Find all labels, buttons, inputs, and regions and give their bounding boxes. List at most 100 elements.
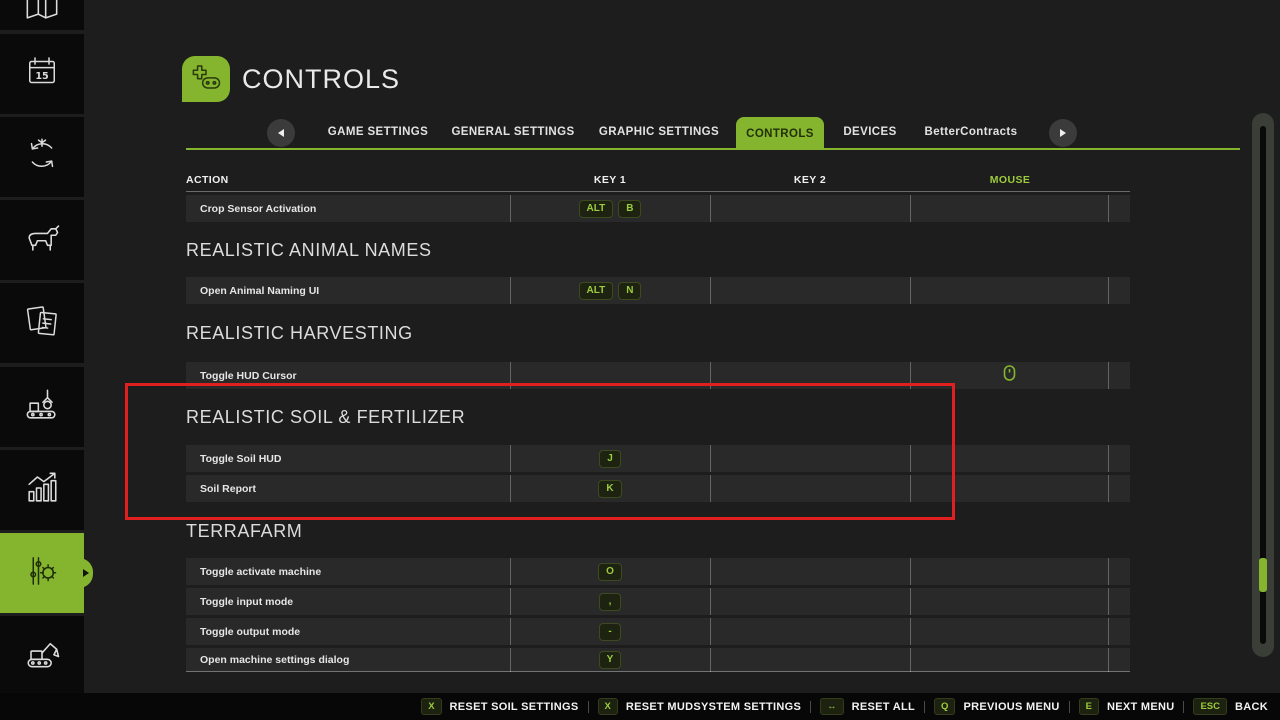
key1-cell[interactable]: K bbox=[510, 480, 710, 498]
key-x-badge: X bbox=[421, 698, 441, 716]
reset-soil-settings-label: RESET SOIL SETTINGS bbox=[450, 701, 579, 713]
table-bottom-divider bbox=[186, 671, 1130, 672]
sidebar-item-contracts[interactable] bbox=[0, 283, 84, 363]
key1-cell[interactable]: O bbox=[510, 563, 710, 581]
back-label: BACK bbox=[1235, 701, 1268, 713]
scrollbar[interactable] bbox=[1252, 113, 1274, 657]
tab-bettercontracts[interactable]: BetterContracts bbox=[925, 126, 1018, 138]
action-label: Toggle activate machine bbox=[186, 566, 510, 578]
action-label: Soil Report bbox=[186, 483, 510, 495]
key1-cell[interactable]: Y bbox=[510, 651, 710, 669]
key-badge: Y bbox=[599, 651, 622, 669]
key1-cell[interactable]: - bbox=[510, 623, 710, 641]
section-heading-realistic-soil-fertilizer: REALISTIC SOIL & FERTILIZER bbox=[186, 407, 465, 428]
key-badge: J bbox=[599, 450, 621, 468]
reset-all-button[interactable]: ↔ RESET ALL bbox=[820, 698, 915, 716]
tab-game-settings[interactable]: GAME SETTINGS bbox=[328, 126, 428, 138]
action-label: Toggle output mode bbox=[186, 626, 510, 638]
column-header-key2: KEY 2 bbox=[794, 174, 826, 186]
binding-row-toggle-input-mode[interactable]: Toggle input mode , bbox=[186, 588, 1130, 615]
action-label: Toggle Soil HUD bbox=[186, 453, 510, 465]
section-heading-realistic-harvesting: REALISTIC HARVESTING bbox=[186, 323, 413, 344]
separator bbox=[810, 701, 811, 713]
separator bbox=[1183, 701, 1184, 713]
key1-cell[interactable]: , bbox=[510, 593, 710, 611]
action-label: Toggle HUD Cursor bbox=[186, 370, 510, 382]
tab-graphic-settings[interactable]: GRAPHIC SETTINGS bbox=[599, 126, 719, 138]
gamepad-icon bbox=[189, 61, 223, 98]
next-menu-button[interactable]: E NEXT MENU bbox=[1079, 698, 1175, 716]
tabs-next-button[interactable] bbox=[1049, 119, 1077, 147]
binding-row-toggle-activate-machine[interactable]: Toggle activate machine O bbox=[186, 558, 1130, 585]
key-e-badge: E bbox=[1079, 698, 1099, 716]
settings-icon bbox=[21, 550, 63, 597]
sidebar-item-production[interactable] bbox=[0, 367, 84, 447]
separator bbox=[924, 701, 925, 713]
previous-menu-button[interactable]: Q PREVIOUS MENU bbox=[934, 698, 1060, 716]
controls-settings-screen: 15 bbox=[0, 0, 1280, 720]
reset-mudsystem-settings-label: RESET MUDSYSTEM SETTINGS bbox=[626, 701, 801, 713]
tab-controls[interactable]: CONTROLS bbox=[736, 117, 824, 150]
action-label: Crop Sensor Activation bbox=[186, 203, 510, 215]
svg-text:15: 15 bbox=[35, 71, 49, 82]
key-badge: - bbox=[599, 623, 621, 641]
key1-cell[interactable]: ALT N bbox=[510, 282, 710, 300]
header-divider bbox=[186, 191, 1130, 192]
section-heading-terrafarm: TERRAFARM bbox=[186, 521, 302, 542]
separator bbox=[1069, 701, 1070, 713]
key-badge: B bbox=[618, 200, 641, 218]
binding-row-toggle-soil-hud[interactable]: Toggle Soil HUD J bbox=[186, 445, 1130, 472]
tab-underline bbox=[186, 148, 1240, 150]
map-icon bbox=[20, 0, 64, 30]
action-label: Open Animal Naming UI bbox=[186, 285, 510, 297]
binding-row-soil-report[interactable]: Soil Report K bbox=[186, 475, 1130, 502]
chevron-right-icon bbox=[1060, 129, 1066, 137]
key1-cell[interactable]: ALT B bbox=[510, 200, 710, 218]
key-badge: ALT bbox=[579, 282, 614, 300]
column-header-mouse: MOUSE bbox=[990, 174, 1031, 186]
sidebar-item-map[interactable] bbox=[0, 0, 84, 30]
sidebar-item-animals[interactable] bbox=[0, 200, 84, 280]
scrollbar-thumb[interactable] bbox=[1259, 558, 1267, 592]
reset-all-label: RESET ALL bbox=[852, 701, 915, 713]
binding-row-open-machine-settings-dialog[interactable]: Open machine settings dialog Y bbox=[186, 648, 1130, 672]
binding-row-toggle-output-mode[interactable]: Toggle output mode - bbox=[186, 618, 1130, 645]
key-esc-badge: ESC bbox=[1193, 698, 1227, 716]
reset-mudsystem-settings-button[interactable]: X RESET MUDSYSTEM SETTINGS bbox=[598, 698, 802, 716]
binding-row-open-animal-naming-ui[interactable]: Open Animal Naming UI ALT N bbox=[186, 277, 1130, 304]
binding-row-toggle-hud-cursor[interactable]: Toggle HUD Cursor bbox=[186, 362, 1130, 389]
key-badge: ALT bbox=[579, 200, 614, 218]
sidebar-item-settings[interactable] bbox=[0, 533, 84, 613]
section-heading-realistic-animal-names: REALISTIC ANIMAL NAMES bbox=[186, 240, 432, 261]
tab-devices[interactable]: DEVICES bbox=[843, 126, 896, 138]
column-header-key1: KEY 1 bbox=[594, 174, 626, 186]
previous-menu-label: PREVIOUS MENU bbox=[963, 701, 1059, 713]
binding-row-crop-sensor-activation[interactable]: Crop Sensor Activation ALT B bbox=[186, 195, 1130, 222]
action-label: Open machine settings dialog bbox=[186, 654, 510, 666]
calendar-icon: 15 bbox=[21, 51, 63, 98]
sidebar-item-construction[interactable] bbox=[0, 616, 84, 693]
back-button[interactable]: ESC BACK bbox=[1193, 698, 1268, 716]
tab-general-settings[interactable]: GENERAL SETTINGS bbox=[451, 126, 574, 138]
left-right-arrows-icon: ↔ bbox=[820, 698, 844, 716]
key-badge: O bbox=[598, 563, 622, 581]
reset-soil-settings-button[interactable]: X RESET SOIL SETTINGS bbox=[421, 698, 578, 716]
sidebar: 15 bbox=[0, 0, 84, 693]
mouse-icon bbox=[1003, 365, 1016, 386]
sidebar-item-calendar[interactable]: 15 bbox=[0, 34, 84, 114]
key-badge: K bbox=[598, 480, 621, 498]
key-x-badge: X bbox=[598, 698, 618, 716]
sidebar-item-crop-rotation[interactable] bbox=[0, 117, 84, 197]
column-header-action: ACTION bbox=[186, 174, 229, 186]
mouse-cell[interactable] bbox=[910, 365, 1108, 386]
action-label: Toggle input mode bbox=[186, 596, 510, 608]
sidebar-item-statistics[interactable] bbox=[0, 450, 84, 530]
construction-icon bbox=[20, 630, 64, 679]
animals-icon bbox=[20, 216, 64, 265]
tabs-prev-button[interactable] bbox=[267, 119, 295, 147]
contracts-icon bbox=[21, 300, 63, 347]
key1-cell[interactable]: J bbox=[510, 450, 710, 468]
bottom-action-bar: X RESET SOIL SETTINGS X RESET MUDSYSTEM … bbox=[0, 693, 1280, 720]
key-badge: N bbox=[618, 282, 641, 300]
controls-app-badge bbox=[182, 56, 230, 102]
